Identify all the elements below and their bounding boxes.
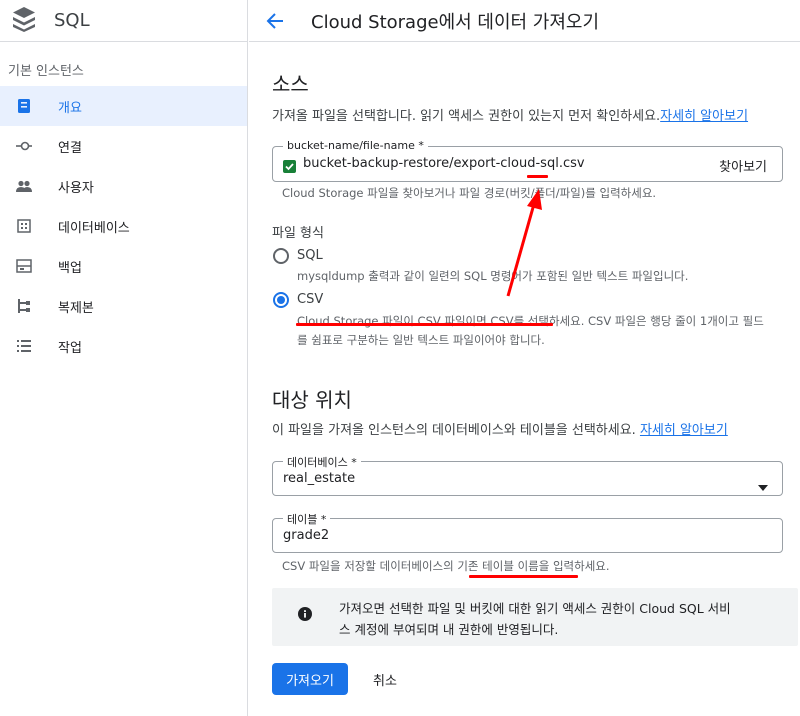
sidebar-item-label: 복제본 — [58, 300, 94, 316]
destination-heading: 대상 위치 — [272, 388, 352, 412]
annotation-underline-table-hint — [469, 575, 578, 578]
brand: SQL — [0, 0, 247, 42]
backups-icon — [16, 258, 32, 274]
sidebar-item-replicas[interactable]: 복제본 — [0, 286, 247, 326]
annotation-underline-extension — [527, 175, 548, 178]
radio-csv-description-line2: 를 쉼표로 구분하는 일반 텍스트 파일이어야 합니다. — [297, 333, 545, 347]
sidebar-item-label: 연결 — [58, 140, 82, 156]
checked-checkbox-icon — [283, 158, 296, 177]
destination-description: 이 파일을 가져올 인스턴스의 데이터베이스와 테이블을 선택하세요. 자세히 … — [272, 419, 728, 438]
import-button[interactable]: 가져오기 — [272, 663, 348, 695]
dropdown-arrow-icon[interactable] — [758, 476, 768, 495]
overview-icon — [16, 98, 32, 114]
sidebar-item-connections[interactable]: 연결 — [0, 126, 247, 166]
destination-description-text: 이 파일을 가져올 인스턴스의 데이터베이스와 테이블을 선택하세요. — [272, 423, 636, 438]
file-format-label: 파일 형식 — [272, 226, 324, 241]
radio-sql-description: mysqldump 출력과 같이 일련의 SQL 명령어가 포함된 일반 텍스트… — [297, 269, 689, 283]
sidebar-item-label: 백업 — [58, 260, 82, 276]
page-header: Cloud Storage에서 데이터 가져오기 — [249, 0, 800, 42]
sql-logo-icon — [12, 6, 36, 36]
sidebar-item-label: 사용자 — [58, 180, 94, 196]
radio-sql-label: SQL — [297, 248, 323, 263]
sidebar: SQL 기본 인스턴스 개요 연결 사용자 데이터베이스 백업 복제본 작업 — [0, 0, 248, 716]
radio-csv-description-line1: Cloud Storage 파일이 CSV 파일이면 CSV를 선택하세요. C… — [297, 314, 764, 328]
source-description-text: 가져올 파일을 선택합니다. 읽기 액세스 권한이 있는지 먼저 확인하세요. — [272, 109, 661, 124]
instance-section-label: 기본 인스턴스 — [8, 64, 84, 79]
file-path-hint: Cloud Storage 파일을 찾아보거나 파일 경로(버킷/폴더/파일)를… — [282, 186, 657, 200]
table-label: 테이블 * — [283, 511, 331, 527]
back-arrow-icon[interactable] — [265, 11, 285, 31]
database-label: 데이터베이스 * — [283, 454, 361, 470]
notice-text-line2: 스 계정에 부여되며 내 권한에 반영됩니다. — [339, 622, 559, 637]
browse-button[interactable]: 찾아보기 — [719, 156, 767, 175]
notice-text-line1: 가져오면 선택한 파일 및 버킷에 대한 읽기 액세스 권한이 Cloud SQ… — [339, 601, 731, 616]
users-icon — [16, 178, 32, 194]
permission-notice: 가져오면 선택한 파일 및 버킷에 대한 읽기 액세스 권한이 Cloud SQ… — [272, 588, 798, 646]
cancel-button[interactable]: 취소 — [373, 670, 397, 689]
source-learn-more-link[interactable]: 자세히 알아보기 — [660, 109, 748, 124]
source-description: 가져올 파일을 선택합니다. 읽기 액세스 권한이 있는지 먼저 확인하세요.자… — [272, 105, 748, 124]
database-value: real_estate — [283, 471, 356, 486]
databases-icon — [16, 218, 32, 234]
app-title: SQL — [54, 10, 90, 31]
source-heading: 소스 — [272, 72, 309, 96]
operations-icon — [16, 338, 32, 354]
destination-learn-more-link[interactable]: 자세히 알아보기 — [640, 423, 728, 438]
sidebar-item-users[interactable]: 사용자 — [0, 166, 247, 206]
sidebar-item-label: 개요 — [58, 100, 82, 116]
table-hint: CSV 파일을 저장할 데이터베이스의 기존 테이블 이름을 입력하세요. — [282, 559, 610, 573]
sidebar-item-label: 작업 — [58, 340, 82, 356]
radio-csv-button[interactable] — [273, 292, 289, 308]
page-title: Cloud Storage에서 데이터 가져오기 — [311, 11, 600, 33]
file-path-label: bucket-name/file-name * — [283, 139, 428, 152]
database-select[interactable]: 데이터베이스 * real_estate — [272, 454, 783, 496]
connections-icon — [16, 138, 32, 154]
file-path-input[interactable]: bucket-backup-restore/export-cloud-sql.c… — [303, 156, 585, 171]
table-input[interactable]: grade2 — [283, 528, 329, 543]
annotation-underline-csv-desc — [296, 323, 553, 326]
sidebar-item-label: 데이터베이스 — [58, 220, 130, 236]
radio-csv-label: CSV — [297, 292, 324, 307]
sidebar-item-operations[interactable]: 작업 — [0, 326, 247, 366]
sidebar-item-backups[interactable]: 백업 — [0, 246, 247, 286]
sidebar-item-databases[interactable]: 데이터베이스 — [0, 206, 247, 246]
sidebar-item-overview[interactable]: 개요 — [0, 86, 247, 126]
replicas-icon — [16, 298, 32, 314]
radio-sql-button[interactable] — [273, 248, 289, 264]
info-icon — [298, 606, 312, 625]
table-field[interactable]: 테이블 * grade2 — [272, 511, 783, 553]
